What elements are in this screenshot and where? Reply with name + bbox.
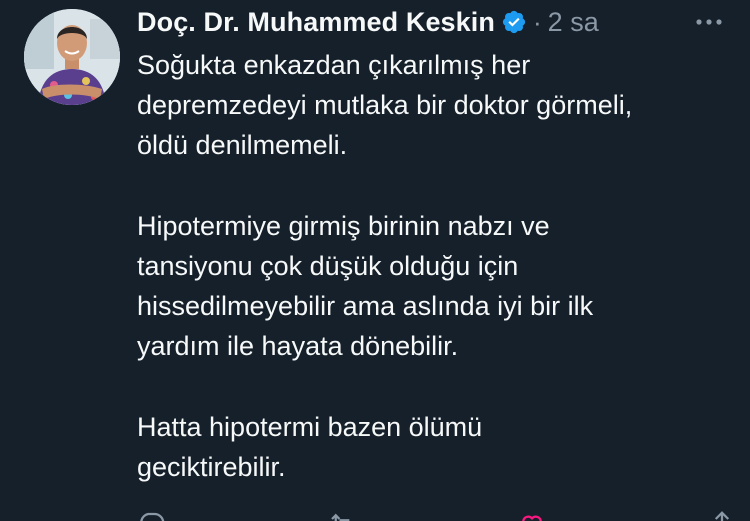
tweet-line: Hipotermiye girmiş birinin nabzı ve [137,211,550,241]
author-name[interactable]: Doç. Dr. Muhammed Keskin [137,7,495,38]
tweet-line: hissedilmeyebilir ama aslında iyi bir il… [137,291,594,321]
tweet-line: Soğukta enkazdan çıkarılmış her [137,50,531,80]
share-icon[interactable] [707,509,737,521]
tweet-text: Soğukta enkazdan çıkarılmış her depremze… [137,45,737,487]
tweet[interactable]: Doç. Dr. Muhammed Keskin · 2 sa Soğukta … [0,0,750,521]
tweet-line: öldü denilmemeli. [137,130,348,160]
verified-badge-icon [501,9,527,35]
tweet-line: depremzedeyi mutlaka bir doktor görmeli, [137,90,633,120]
tweet-line: geciktirebilir. [137,452,286,482]
tweet-paragraph: Hatta hipotermi bazen ölümü geciktirebil… [137,407,737,487]
retweet-icon[interactable] [327,509,357,521]
tweet-line: yardım ile hayata dönebilir. [137,331,459,361]
like-icon[interactable] [517,509,547,521]
reply-icon[interactable] [137,509,167,521]
avatar[interactable] [24,9,120,105]
tweet-line: Hatta hipotermi bazen ölümü [137,412,483,442]
tweet-paragraph: Soğukta enkazdan çıkarılmış her depremze… [137,45,737,165]
timestamp[interactable]: 2 sa [548,7,599,38]
tweet-line: tansiyonu çok düşük olduğu için [137,251,519,281]
tweet-actions [137,509,737,521]
more-horizontal-icon[interactable] [691,9,727,35]
tweet-paragraph: Hipotermiye girmiş birinin nabzı ve tans… [137,206,737,366]
tweet-header: Doç. Dr. Muhammed Keskin · 2 sa [137,4,599,40]
separator-dot: · [533,6,542,37]
avatar-photo [24,9,120,105]
